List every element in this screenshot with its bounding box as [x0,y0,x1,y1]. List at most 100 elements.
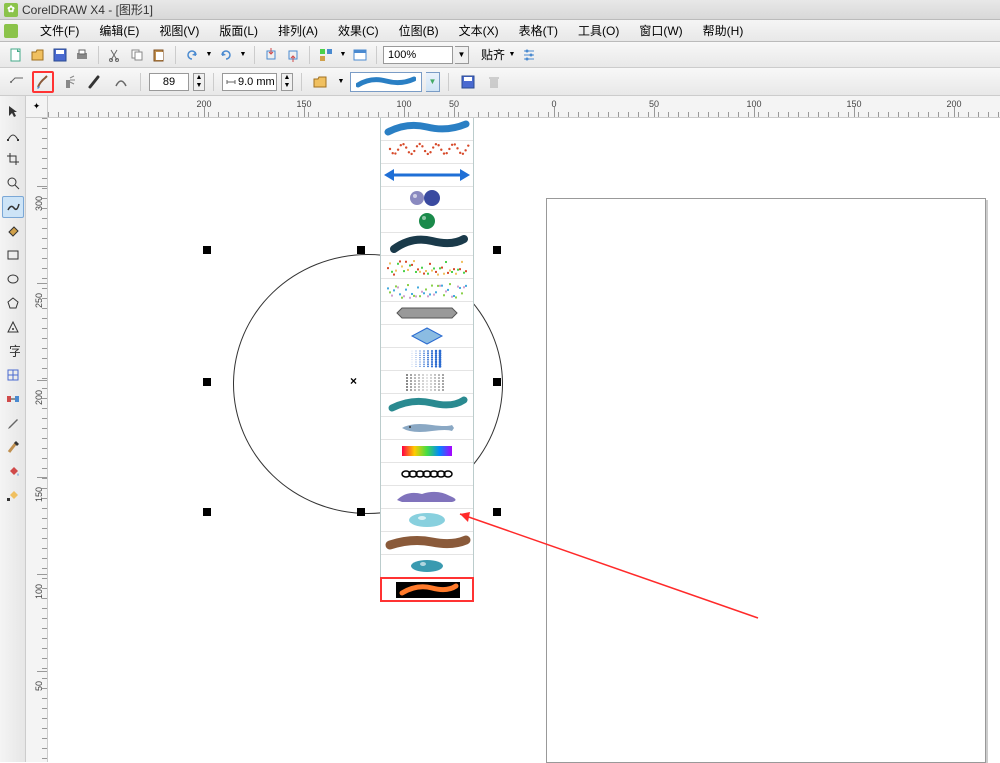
polygon-tool-icon[interactable] [2,292,24,314]
stroke-width-spinner[interactable]: ▲▼ [281,73,293,91]
pick-tool-icon[interactable] [2,100,24,122]
open-icon[interactable] [28,45,48,65]
brush-preset-whale[interactable] [381,417,473,440]
brush-preset-ribbon-gray[interactable] [381,302,473,325]
brush-preset-halftone-square[interactable] [381,348,473,371]
brush-preset-blue-lens[interactable] [381,509,473,532]
brush-preset-teal-swoosh[interactable] [381,394,473,417]
brush-preset-purple-cloud[interactable] [381,486,473,509]
rectangle-tool-icon[interactable] [2,244,24,266]
menu-layout[interactable]: 版面(L) [209,20,268,41]
menu-arrange[interactable]: 排列(A) [268,20,328,41]
brush-preset-spheres[interactable] [381,187,473,210]
calligraphic-tool-icon[interactable] [84,71,106,93]
smart-fill-tool-icon[interactable] [2,220,24,242]
brush-folder-dd-icon[interactable]: ▼ [336,71,346,93]
outline-tool-icon[interactable] [2,436,24,458]
zoom-dropdown-icon[interactable]: ▼ [455,46,469,64]
ruler-horizontal[interactable]: 20015010050050100150200 [48,96,1000,118]
brush-tool-icon[interactable] [32,71,54,93]
redo-dd-icon[interactable]: ▼ [238,45,248,65]
menu-edit[interactable]: 编辑(E) [89,20,149,41]
menu-effects[interactable]: 效果(C) [328,20,389,41]
ellipse-tool-icon[interactable] [2,268,24,290]
separator [301,73,302,91]
eyedropper-tool-icon[interactable] [2,412,24,434]
sel-handle-tl[interactable] [203,246,211,254]
menu-window[interactable]: 窗口(W) [629,20,692,41]
menu-tools[interactable]: 工具(O) [568,20,629,41]
welcome-icon[interactable] [350,45,370,65]
menu-view[interactable]: 视图(V) [149,20,209,41]
undo-dd-icon[interactable]: ▼ [204,45,214,65]
interactive-tool-icon[interactable] [2,388,24,410]
save-brush-icon[interactable] [457,71,479,93]
smoothing-field[interactable] [149,73,189,91]
brush-preset-chain[interactable] [381,463,473,486]
ruler-vertical[interactable]: 30025020015010050 [26,118,48,762]
app-launcher-icon[interactable] [316,45,336,65]
brush-preset-teal-lens[interactable] [381,555,473,578]
copy-icon[interactable] [127,45,147,65]
save-icon[interactable] [50,45,70,65]
brush-preset-preview[interactable] [350,72,422,92]
crop-tool-icon[interactable] [2,148,24,170]
delete-brush-icon[interactable] [483,71,505,93]
zoom-tool-icon[interactable] [2,172,24,194]
pressure-tool-icon[interactable] [110,71,132,93]
sprayer-tool-icon[interactable] [58,71,80,93]
options-icon[interactable] [519,45,539,65]
brush-preset-green-ball[interactable] [381,210,473,233]
canvas[interactable]: × [48,118,1000,762]
brush-preset-dropdown-icon[interactable]: ▼ [426,72,440,92]
brush-preset-confetti-a[interactable] [381,256,473,279]
brush-preset-red-dots[interactable] [381,141,473,164]
zoom-level-field[interactable]: 100% [383,46,453,64]
sel-handle-bm[interactable] [357,508,365,516]
sel-handle-br[interactable] [493,508,501,516]
text-tool-icon[interactable]: 字 [2,340,24,362]
brush-preset-brown-swoosh[interactable] [381,532,473,555]
cut-icon[interactable] [105,45,125,65]
brush-preset-dark-swoosh[interactable] [381,233,473,256]
table-tool-icon[interactable] [2,364,24,386]
paste-icon[interactable] [149,45,169,65]
menu-file[interactable]: 文件(F) [30,20,89,41]
print-icon[interactable] [72,45,92,65]
app-launcher-dd-icon[interactable]: ▼ [338,45,348,65]
menu-text[interactable]: 文本(X) [449,20,509,41]
brush-preset-halftone-diamond[interactable] [381,371,473,394]
menu-table[interactable]: 表格(T) [509,20,568,41]
export-icon[interactable] [283,45,303,65]
freehand-tool-icon[interactable] [2,196,24,218]
brush-preset-blue-swoosh[interactable] [381,118,473,141]
brush-preset-glow-diamond[interactable] [381,325,473,348]
brush-preset-confetti-b[interactable] [381,279,473,302]
import-icon[interactable] [261,45,281,65]
fill-tool-icon[interactable] [2,460,24,482]
undo-icon[interactable] [182,45,202,65]
ruler-origin[interactable]: ✦ [26,96,48,118]
menu-bitmaps[interactable]: 位图(B) [389,20,449,41]
brush-preset-blue-arrow[interactable] [381,164,473,187]
shape-tool-icon[interactable] [2,124,24,146]
menu-help[interactable]: 帮助(H) [693,20,754,41]
basic-shapes-tool-icon[interactable] [2,316,24,338]
ruler-v-label: 150 [34,487,44,502]
sel-handle-tr[interactable] [493,246,501,254]
snap-dd-icon[interactable]: ▼ [507,45,517,65]
sel-handle-ml[interactable] [203,378,211,386]
sel-handle-mr[interactable] [493,378,501,386]
brush-preset-orange-on-black[interactable] [381,578,473,601]
new-icon[interactable] [6,45,26,65]
brush-folder-icon[interactable] [310,71,332,93]
snap-label[interactable]: 贴齐 [481,46,505,63]
sel-handle-bl[interactable] [203,508,211,516]
sel-handle-tm[interactable] [357,246,365,254]
preset-tool-icon[interactable] [6,71,28,93]
stroke-width-field[interactable]: 9.0 mm [222,73,277,91]
brush-preset-rainbow-bar[interactable] [381,440,473,463]
interactive-fill-tool-icon[interactable] [2,484,24,506]
smoothing-spinner[interactable]: ▲▼ [193,73,205,91]
redo-icon[interactable] [216,45,236,65]
